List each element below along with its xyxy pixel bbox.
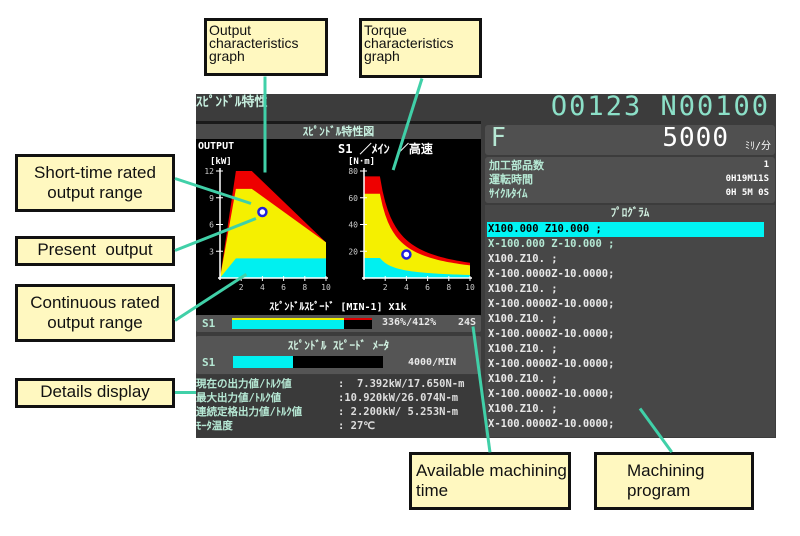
program-line[interactable]: X-100.0000Z-10.0000;	[487, 387, 764, 402]
x-tick-label: 2	[383, 283, 388, 292]
x-tick-label: 10	[465, 283, 475, 292]
x-tick-label: 8	[446, 283, 451, 292]
callout-machining-program: Machining program	[594, 452, 754, 510]
program-number: O0123 N00100	[550, 91, 770, 122]
callout-torque-graph: Torque characteristics graph	[359, 18, 482, 78]
detail-value: : 2.200kW/ 5.253N-m	[338, 406, 459, 418]
load-meter-continuous-fill	[232, 320, 344, 329]
x-tick-label: 2	[239, 283, 244, 292]
machining-program-panel: ﾌﾟﾛｸﾞﾗﾑ X100.000 Z10.000 ; X-100.000 Z-10…	[485, 205, 775, 437]
x-tick-label: 10	[321, 283, 331, 292]
program-line[interactable]: X-100.0000Z-10.0000;	[487, 297, 764, 312]
program-line[interactable]: X100.Z10. ;	[487, 312, 764, 327]
x-tick-label: 8	[302, 283, 307, 292]
load-meter-value: 336%/412%	[382, 317, 437, 328]
feedrate-value: 5000	[662, 123, 729, 153]
detail-label: 最大出力値/ﾄﾙｸ値	[196, 392, 282, 404]
y-axis-unit: [kW]	[210, 157, 232, 167]
program-line[interactable]: X-100.000 Z-10.000 ;	[487, 237, 764, 252]
load-meter-shorttime-fill	[232, 318, 344, 320]
operation-info: 加工部品数 1 運転時間 0H19M11S ｻｲｸﾙﾀｲﾑ 0H 5M 0S	[485, 157, 775, 203]
load-meter-limit-fill	[344, 318, 372, 320]
leader-line	[263, 76, 267, 173]
info-value: 0H19M11S	[725, 174, 769, 184]
program-title: ﾌﾟﾛｸﾞﾗﾑ	[610, 206, 650, 219]
feedrate-unit: ﾐﾘ/分	[744, 141, 771, 152]
info-value: 0H 5M 0S	[725, 188, 769, 198]
x-axis-label: ｽﾋﾟﾝﾄﾞﾙｽﾋﾟｰﾄﾞ [MIN-1] X1k	[269, 300, 406, 313]
detail-label: 連続定格出力値/ﾄﾙｸ値	[196, 406, 303, 418]
y-tick-label: 3	[209, 247, 214, 256]
detail-value: : 7.392kW/17.650N-m	[338, 378, 465, 390]
y-tick-label: 6	[209, 221, 214, 230]
callout-details-display: Details display	[15, 378, 175, 408]
speed-meter-fill	[233, 356, 293, 368]
load-meter-row: S1 336%/412% 24S	[196, 315, 481, 332]
details-display: 現在の出力値/ﾄﾙｸ値 : 7.392kW/17.650N-m 最大出力値/ﾄﾙｸ…	[196, 375, 481, 437]
load-meter-spindle: S1	[202, 317, 216, 330]
program-line[interactable]: X-100.0000Z-10.0000;	[487, 327, 764, 342]
info-label: ｻｲｸﾙﾀｲﾑ	[489, 187, 528, 200]
y-tick-label: 9	[209, 194, 214, 203]
info-row: 加工部品数 1	[489, 159, 771, 172]
output-label: OUTPUT	[198, 141, 235, 152]
info-label: 加工部品数	[489, 159, 544, 172]
speed-meter-value: 4000/MIN	[408, 357, 457, 368]
cnc-screen: ｽﾋﾟﾝﾄﾞﾙ特性 O0123 N00100 ｽﾋﾟﾝﾄﾞﾙ特性図 OUTPUT…	[196, 91, 776, 438]
present-output-marker	[401, 249, 412, 260]
y-tick-label: 20	[348, 247, 358, 256]
speed-meter-bar	[233, 356, 383, 368]
detail-row: 連続定格出力値/ﾄﾙｸ値 : 2.200kW/ 5.253N-m	[196, 405, 481, 419]
program-line[interactable]: X100.Z10. ;	[487, 372, 764, 387]
characteristics-graphs: [kW] [N·m] 3 6 9 12 2 4 6 8 10 20 40 60 80 2 4 6 8 10 ｽﾋﾟﾝﾄﾞ…	[204, 157, 475, 313]
detail-label: 現在の出力値/ﾄﾙｸ値	[196, 378, 292, 390]
y-tick-label: 60	[348, 194, 358, 203]
detail-row: ﾓｰﾀ温度 : 27℃	[196, 419, 481, 433]
chart-area-continuous-rated-output-range	[220, 258, 326, 278]
x-tick-label: 4	[260, 283, 265, 292]
callout-continuous-range: Continuous rated output range	[15, 284, 175, 342]
info-row: 運転時間 0H19M11S	[489, 173, 771, 186]
detail-value: : 27℃	[338, 420, 376, 432]
y-tick-label: 12	[204, 167, 214, 176]
program-line[interactable]: X-100.0000Z-10.0000;	[487, 417, 764, 432]
program-line[interactable]: X100.Z10. ;	[487, 252, 764, 267]
load-meter-bar	[232, 318, 372, 329]
y-tick-label: 40	[348, 221, 358, 230]
speed-meter-title: ｽﾋﾟﾝﾄﾞﾙ ｽﾋﾟｰﾄﾞ ﾒｰﾀ	[287, 339, 390, 352]
detail-label: ﾓｰﾀ温度	[196, 420, 233, 432]
feedrate-label: F	[491, 123, 506, 153]
screen-title: ｽﾋﾟﾝﾄﾞﾙ特性	[196, 95, 268, 110]
callout-present-output: Present output	[15, 236, 175, 266]
info-label: 運転時間	[489, 173, 533, 186]
y-tick-label: 80	[348, 167, 358, 176]
program-line[interactable]: X-100.0000Z-10.0000;	[487, 267, 764, 282]
program-line[interactable]: X100.Z10. ;	[487, 282, 764, 297]
speed-meter-spindle: S1	[202, 356, 216, 369]
feedrate-box: F 5000 ﾐﾘ/分	[485, 123, 775, 155]
detail-value: :10.920kW/26.074N-m	[338, 392, 459, 404]
present-output-marker	[257, 206, 268, 218]
callout-output-graph: Output characteristics graph	[204, 18, 328, 76]
program-line-current[interactable]: X100.000 Z10.000 ;	[487, 222, 764, 237]
callout-available-time: Available machining time	[409, 452, 571, 510]
characteristics-graph-panel: ｽﾋﾟﾝﾄﾞﾙ特性図 OUTPUT S1 ／ﾒｲﾝ ／高速 [kW] [N·m] 3…	[196, 124, 481, 315]
x-tick-label: 6	[425, 283, 430, 292]
leader-line	[175, 391, 196, 394]
graph-panel-title: ｽﾋﾟﾝﾄﾞﾙ特性図	[196, 124, 481, 139]
detail-row: 現在の出力値/ﾄﾙｸ値 : 7.392kW/17.650N-m	[196, 377, 481, 391]
info-value: 1	[763, 160, 769, 170]
x-tick-label: 4	[404, 283, 409, 292]
y-axis-unit: [N·m]	[348, 157, 375, 167]
speed-meter-panel: ｽﾋﾟﾝﾄﾞﾙ ｽﾋﾟｰﾄﾞ ﾒｰﾀ S1 4000/MIN	[196, 336, 481, 374]
program-line[interactable]: X-100.0000Z-10.0000;	[487, 357, 764, 372]
program-line[interactable]: X100.Z10. ;	[487, 342, 764, 357]
callout-short-time-range: Short-time rated output range	[15, 154, 175, 212]
program-line[interactable]: X100.Z10. ;	[487, 402, 764, 417]
info-row: ｻｲｸﾙﾀｲﾑ 0H 5M 0S	[489, 187, 771, 200]
detail-row: 最大出力値/ﾄﾙｸ値 :10.920kW/26.074N-m	[196, 391, 481, 405]
x-tick-label: 6	[281, 283, 286, 292]
